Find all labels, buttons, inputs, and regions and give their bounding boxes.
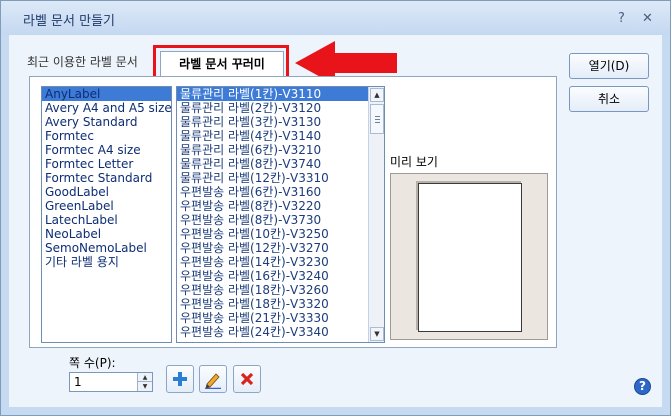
brand-list-item[interactable]: SemoNemoLabel [42,241,171,255]
page-count-value[interactable]: 1 [74,375,82,389]
open-button[interactable]: 열기(D) [569,53,649,79]
delete-button[interactable] [233,365,261,393]
brand-list-item[interactable]: NeoLabel [42,227,171,241]
title-bar: 라벨 문서 만들기 ? ✕ [1,1,670,35]
scroll-down-icon[interactable]: ▼ [370,327,384,341]
product-list-item[interactable]: 우편발송 라벨(21칸)-V3330 [177,311,368,325]
help-icon[interactable]: ? [634,378,651,395]
product-list-item[interactable]: 우편발송 라벨(8칸)-V3220 [177,199,368,213]
product-list-item[interactable]: 우편발송 라벨(8칸)-V3730 [177,213,368,227]
product-list-item[interactable]: 우편발송 라벨(10칸)-V3250 [177,227,368,241]
product-list-item[interactable]: 물류관리 라벨(2칸)-V3120 [177,101,368,115]
tab-highlight-box [153,45,289,79]
preview-label: 미리 보기 [390,155,438,169]
page-count-stepper[interactable]: 1 ▲ ▼ [69,372,153,392]
stepper-down-icon[interactable]: ▼ [137,382,152,391]
brand-list-item[interactable]: GoodLabel [42,185,171,199]
scroll-thumb[interactable] [370,104,384,134]
product-list-item[interactable]: 물류관리 라벨(3칸)-V3130 [177,115,368,129]
product-list-item[interactable]: 우편발송 라벨(16칸)-V3240 [177,269,368,283]
page-count-label: 쪽 수(P): [69,356,116,370]
product-list-item[interactable]: 우편발송 라벨(14칸)-V3230 [177,255,368,269]
stepper-up-icon[interactable]: ▲ [137,373,152,382]
product-list-item[interactable]: 우편발송 라벨(18칸)-V3260 [177,283,368,297]
product-list-item[interactable]: 물류관리 라벨(12칸)-V3310 [177,171,368,185]
product-list-item[interactable]: 물류관리 라벨(8칸)-V3740 [177,157,368,171]
preview-page [418,183,522,332]
product-list-item[interactable]: 우편발송 라벨(6칸)-V3160 [177,185,368,199]
preview-pane [390,173,548,340]
product-list-item[interactable]: 물류관리 라벨(1칸)-V3110 [177,87,368,101]
tab-recent-documents[interactable]: 최근 이용한 라벨 문서 [27,53,138,70]
brand-list-item[interactable]: Formtec A4 size [42,143,171,157]
product-list-item[interactable]: 우편발송 라벨(24칸)-V3340 [177,325,368,339]
close-icon[interactable]: ✕ [642,11,653,26]
brand-list[interactable]: AnyLabel Avery A4 and A5 size Avery Standa… [41,86,172,343]
dialog-title: 라벨 문서 만들기 [23,14,115,29]
product-list-scrollbar[interactable]: ▲ ▼ [368,87,384,342]
brand-list-item[interactable]: 기타 라벨 용지 [42,255,171,269]
brand-list-item[interactable]: LatechLabel [42,213,171,227]
x-icon [240,372,254,386]
scroll-up-icon[interactable]: ▲ [370,88,384,102]
plus-icon [173,372,187,386]
brand-list-item[interactable]: AnyLabel [42,87,171,101]
product-list-item[interactable]: 물류관리 라벨(6칸)-V3210 [177,143,368,157]
brand-list-item[interactable]: Avery Standard [42,115,171,129]
product-list-item[interactable]: 우편발송 라벨(18칸)-V3320 [177,297,368,311]
label-document-dialog: 라벨 문서 만들기 ? ✕ 최근 이용한 라벨 문서 라벨 문서 꾸러미 Any… [0,0,671,416]
help-title-icon[interactable]: ? [618,11,625,26]
product-list[interactable]: 물류관리 라벨(1칸)-V3110 물류관리 라벨(2칸)-V3120 물류관리 라… [176,86,385,343]
add-button[interactable] [166,365,194,393]
product-list-item[interactable]: 우편발송 라벨(12칸)-V3270 [177,241,368,255]
brand-list-item[interactable]: Formtec Letter [42,157,171,171]
edit-button[interactable] [199,365,227,393]
brand-list-item[interactable]: Formtec [42,129,171,143]
product-list-items: 물류관리 라벨(1칸)-V3110 물류관리 라벨(2칸)-V3120 물류관리 라… [177,87,368,342]
product-list-item[interactable]: 물류관리 라벨(4칸)-V3140 [177,129,368,143]
brand-list-item[interactable]: GreenLabel [42,199,171,213]
cancel-button[interactable]: 취소 [569,86,649,112]
pencil-icon [205,373,221,390]
brand-list-item[interactable]: Formtec Standard [42,171,171,185]
brand-list-item[interactable]: Avery A4 and A5 size [42,101,171,115]
